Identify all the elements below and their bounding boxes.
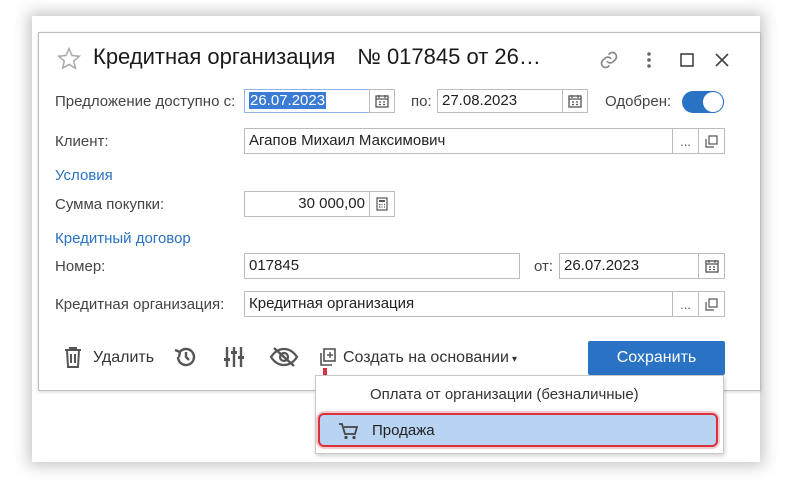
maximize-icon[interactable] xyxy=(676,49,698,71)
delete-label[interactable]: Удалить xyxy=(93,349,154,367)
settings-sliders-icon[interactable] xyxy=(222,345,246,374)
ellipsis-icon: ... xyxy=(680,133,691,149)
calculator-button[interactable] xyxy=(369,191,395,217)
approved-label: Одобрен: xyxy=(605,93,672,110)
page-title: Кредитная организация № 017845 от 26… xyxy=(93,44,541,70)
cart-icon xyxy=(338,422,359,445)
hide-eye-icon[interactable] xyxy=(269,345,299,374)
date-value: 26.07.2023 xyxy=(564,257,640,274)
save-button[interactable]: Сохранить xyxy=(588,341,725,375)
org-select-button[interactable]: ... xyxy=(672,291,699,317)
calculator-icon xyxy=(376,197,388,211)
menu-item-payment[interactable]: Оплата от организации (безналичные) xyxy=(370,386,639,403)
trash-icon xyxy=(65,347,81,368)
create-based-label: Создать на основании xyxy=(343,349,509,366)
purchase-value: 30 000,00 xyxy=(298,195,365,212)
date-calendar-button[interactable] xyxy=(698,253,725,279)
org-value: Кредитная организация xyxy=(249,295,415,312)
number-value: 017845 xyxy=(249,257,300,274)
title-number: № 017845 от 26… xyxy=(357,44,541,69)
link-icon[interactable] xyxy=(598,49,620,71)
toggle-knob xyxy=(703,92,723,112)
purchase-field[interactable]: 30 000,00 xyxy=(244,191,370,217)
history-icon[interactable] xyxy=(173,345,199,374)
offer-from-label: Предложение доступно с: xyxy=(55,93,236,110)
section-terms: Условия xyxy=(55,167,113,184)
offer-to-field[interactable]: 27.08.2023 xyxy=(437,89,563,113)
create-based-button[interactable]: Создать на основании ▾ xyxy=(343,349,517,367)
client-select-button[interactable]: ... xyxy=(672,128,699,154)
calendar-icon xyxy=(704,260,719,273)
menu-item-sale[interactable]: Продажа xyxy=(318,413,718,447)
date-label: от: xyxy=(534,258,554,275)
offer-to-value: 27.08.2023 xyxy=(442,92,518,109)
client-value: Агапов Михаил Максимович xyxy=(249,132,446,149)
org-open-button[interactable] xyxy=(698,291,725,317)
client-open-button[interactable] xyxy=(698,128,725,154)
org-field[interactable]: Кредитная организация xyxy=(244,291,673,317)
org-label: Кредитная организация: xyxy=(55,296,225,313)
offer-to-label: по: xyxy=(411,93,432,110)
section-contract: Кредитный договор xyxy=(55,230,191,247)
open-copy-icon xyxy=(705,297,718,311)
menu-item-sale-label: Продажа xyxy=(372,422,435,439)
title-text: Кредитная организация xyxy=(93,44,336,69)
offer-to-calendar-button[interactable] xyxy=(562,89,588,113)
date-field[interactable]: 26.07.2023 xyxy=(559,253,699,279)
delete-button[interactable] xyxy=(63,346,83,373)
client-field[interactable]: Агапов Михаил Максимович xyxy=(244,128,673,154)
calendar-icon xyxy=(375,95,389,108)
calendar-icon xyxy=(568,95,582,108)
number-field[interactable]: 017845 xyxy=(244,253,520,279)
ellipsis-icon: ... xyxy=(680,296,691,312)
number-label: Номер: xyxy=(55,258,106,275)
approved-toggle[interactable] xyxy=(682,91,724,113)
dropdown-arrow-icon: ▾ xyxy=(512,354,518,365)
close-icon[interactable] xyxy=(711,49,733,71)
more-vertical-icon[interactable] xyxy=(638,49,660,71)
open-copy-icon xyxy=(705,134,718,148)
offer-from-field[interactable]: 26.07.2023 xyxy=(244,89,370,113)
offer-from-calendar-button[interactable] xyxy=(369,89,395,113)
offer-from-value: 26.07.2023 xyxy=(249,92,327,109)
purchase-label: Сумма покупки: xyxy=(55,196,165,213)
favorite-star-icon[interactable] xyxy=(56,46,82,72)
client-label: Клиент: xyxy=(55,133,109,150)
